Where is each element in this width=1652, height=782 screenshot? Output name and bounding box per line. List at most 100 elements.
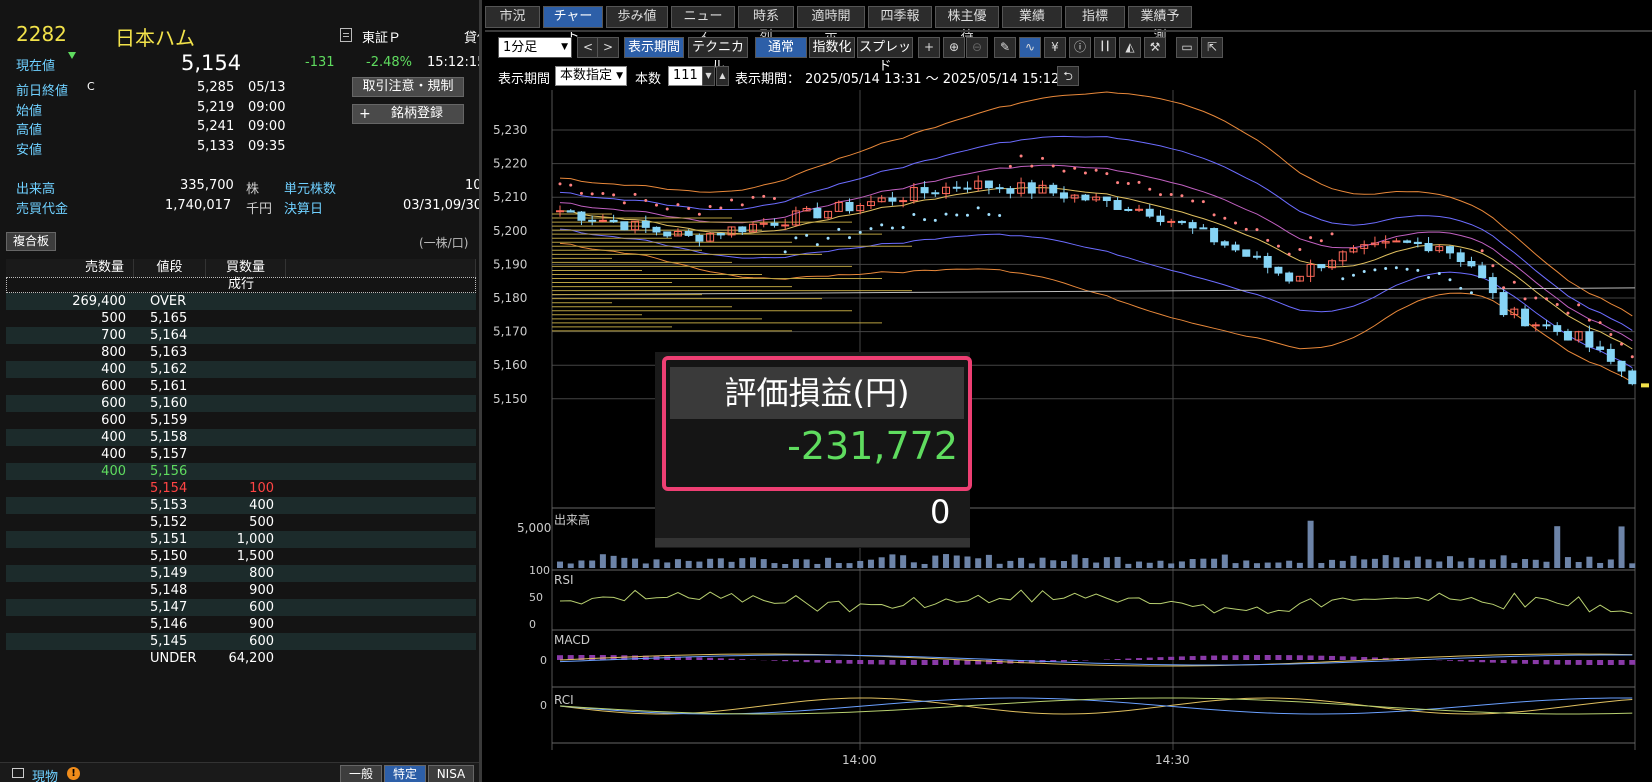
order-book-rows: 269,400 OVER 500 5,165 700 5,164 800 5,163 400 5,…	[6, 293, 476, 667]
book-row[interactable]: 800 5,163	[6, 344, 476, 361]
row-filler	[286, 463, 476, 480]
count-down-icon[interactable]: ▼	[702, 66, 715, 86]
candle-body	[1188, 222, 1197, 229]
rci-panel-label: RCI	[554, 693, 574, 707]
volume-panel-label: 出来高	[554, 512, 590, 527]
tab-2[interactable]: 歩み値	[606, 6, 668, 28]
volume-bar	[1286, 560, 1293, 568]
area-chart-icon[interactable]: ◭	[1119, 37, 1141, 58]
book-row[interactable]: 400 5,157	[6, 446, 476, 463]
book-row[interactable]: 269,400 OVER	[6, 293, 476, 310]
tab-7[interactable]: 株主優待	[935, 6, 999, 44]
spread-button[interactable]: スプレッド	[857, 37, 913, 74]
volume-bar	[857, 560, 864, 568]
tab-6[interactable]: 四季報	[868, 6, 932, 28]
macd-tick: 0	[540, 654, 547, 667]
interval-select[interactable]: 1分足 ▼	[498, 37, 572, 58]
book-row[interactable]: 600 5,159	[6, 412, 476, 429]
period-label: 表示期間	[498, 72, 551, 87]
book-row[interactable]: 5,149 800	[6, 565, 476, 582]
book-row[interactable]: 5,152 500	[6, 514, 476, 531]
sell-qty: 600	[101, 396, 126, 411]
tab-10[interactable]: 業績予測	[1128, 6, 1192, 44]
row-filler	[286, 395, 476, 412]
candle-icon[interactable]: ┃┃	[1094, 37, 1116, 58]
macd-histogram-bar	[1221, 655, 1228, 660]
sar-dot	[1394, 266, 1398, 270]
book-row[interactable]: 5,147 600	[6, 599, 476, 616]
book-row[interactable]: 400 5,156	[6, 463, 476, 480]
book-row[interactable]: 5,154 100	[6, 480, 476, 497]
trend-icon[interactable]: ∿	[1019, 37, 1041, 58]
book-row[interactable]: 500 5,165	[6, 310, 476, 327]
composite-board-tab[interactable]: 複合板	[6, 232, 56, 251]
candle-body	[1252, 255, 1261, 258]
next-arrow-icon[interactable]: >	[597, 37, 619, 58]
book-row[interactable]: 400 5,162	[6, 361, 476, 378]
book-row[interactable]: 400 5,158	[6, 429, 476, 446]
zoom-out-icon[interactable]: ⊖	[966, 37, 988, 58]
candle-body	[738, 226, 747, 233]
crosshair-icon[interactable]: +	[918, 37, 940, 58]
macd-histogram-bar	[739, 659, 746, 660]
book-row[interactable]: 5,146 900	[6, 616, 476, 633]
account-nisa-button[interactable]: NISA	[428, 765, 474, 782]
window-icon[interactable]	[12, 768, 24, 778]
buy-qty: 800	[249, 566, 274, 581]
book-row[interactable]: 5,150 1,500	[6, 548, 476, 565]
book-row[interactable]: 5,153 400	[6, 497, 476, 514]
tab-8[interactable]: 業績	[1002, 6, 1062, 28]
macd-histogram-bar	[835, 660, 842, 664]
period-mode-select[interactable]: 本数指定 ▼	[555, 66, 627, 86]
account-specific-button[interactable]: 特定	[384, 765, 426, 782]
sar-dot	[665, 207, 669, 211]
volume-bar	[1157, 560, 1164, 568]
wrench-icon[interactable]: ⚒	[1144, 37, 1166, 58]
pencil-icon[interactable]: ✎	[994, 37, 1016, 58]
candle-body	[845, 201, 854, 212]
market-order-row[interactable]: 成行	[6, 277, 476, 293]
row-filler	[286, 650, 476, 667]
book-row[interactable]: 5,151 1,000	[6, 531, 476, 548]
document-icon[interactable]	[340, 28, 352, 42]
count-up-icon[interactable]: ▲	[716, 66, 729, 86]
book-row[interactable]: 700 5,164	[6, 327, 476, 344]
period-button[interactable]: 表示期間	[624, 37, 684, 58]
book-row[interactable]: 5,148 900	[6, 582, 476, 599]
volume-bar	[1446, 556, 1453, 568]
tab-0[interactable]: 市況	[485, 6, 540, 28]
row-filler	[286, 599, 476, 616]
print-icon[interactable]: ▭	[1176, 37, 1198, 58]
reset-arrow-icon[interactable]: ⮌	[1057, 66, 1079, 86]
tab-1[interactable]: チャート	[543, 6, 603, 44]
buy-qty: 600	[249, 600, 274, 615]
tab-5[interactable]: 適時開示	[797, 6, 865, 44]
candle-body	[1231, 244, 1240, 251]
index-button[interactable]: 指数化	[809, 37, 855, 58]
macd-histogram-bar	[1114, 659, 1121, 660]
sar-dot	[1330, 232, 1334, 236]
account-general-button[interactable]: 一般	[340, 765, 382, 782]
book-row[interactable]: 5,145 600	[6, 633, 476, 650]
popout-icon[interactable]: ⇱	[1201, 37, 1223, 58]
volume-bar	[825, 557, 832, 568]
book-row[interactable]: 600 5,161	[6, 378, 476, 395]
technical-button[interactable]: テクニカル	[688, 37, 748, 74]
yen-icon[interactable]: ¥	[1044, 37, 1066, 58]
book-row[interactable]: UNDER 64,200	[6, 650, 476, 667]
alert-icon[interactable]: !	[67, 767, 80, 780]
trade-caution-button[interactable]: 取引注意・規制	[352, 77, 464, 97]
volume-bar	[792, 559, 799, 568]
tab-3[interactable]: ニュース	[671, 6, 735, 44]
info-icon[interactable]: ⓘ	[1069, 37, 1091, 58]
volume-bar	[1093, 562, 1100, 568]
normal-button[interactable]: 通常	[755, 37, 807, 58]
book-row[interactable]: 600 5,160	[6, 395, 476, 412]
zoom-in-icon[interactable]: ⊕	[943, 37, 965, 58]
sar-dot	[1201, 200, 1205, 204]
tab-9[interactable]: 指標	[1065, 6, 1125, 28]
prev-arrow-icon[interactable]: <	[577, 37, 599, 58]
register-stock-button[interactable]: + 銘柄登録	[352, 104, 464, 124]
tab-4[interactable]: 時系列	[738, 6, 794, 44]
prev-close-value: 5,285	[197, 80, 235, 95]
